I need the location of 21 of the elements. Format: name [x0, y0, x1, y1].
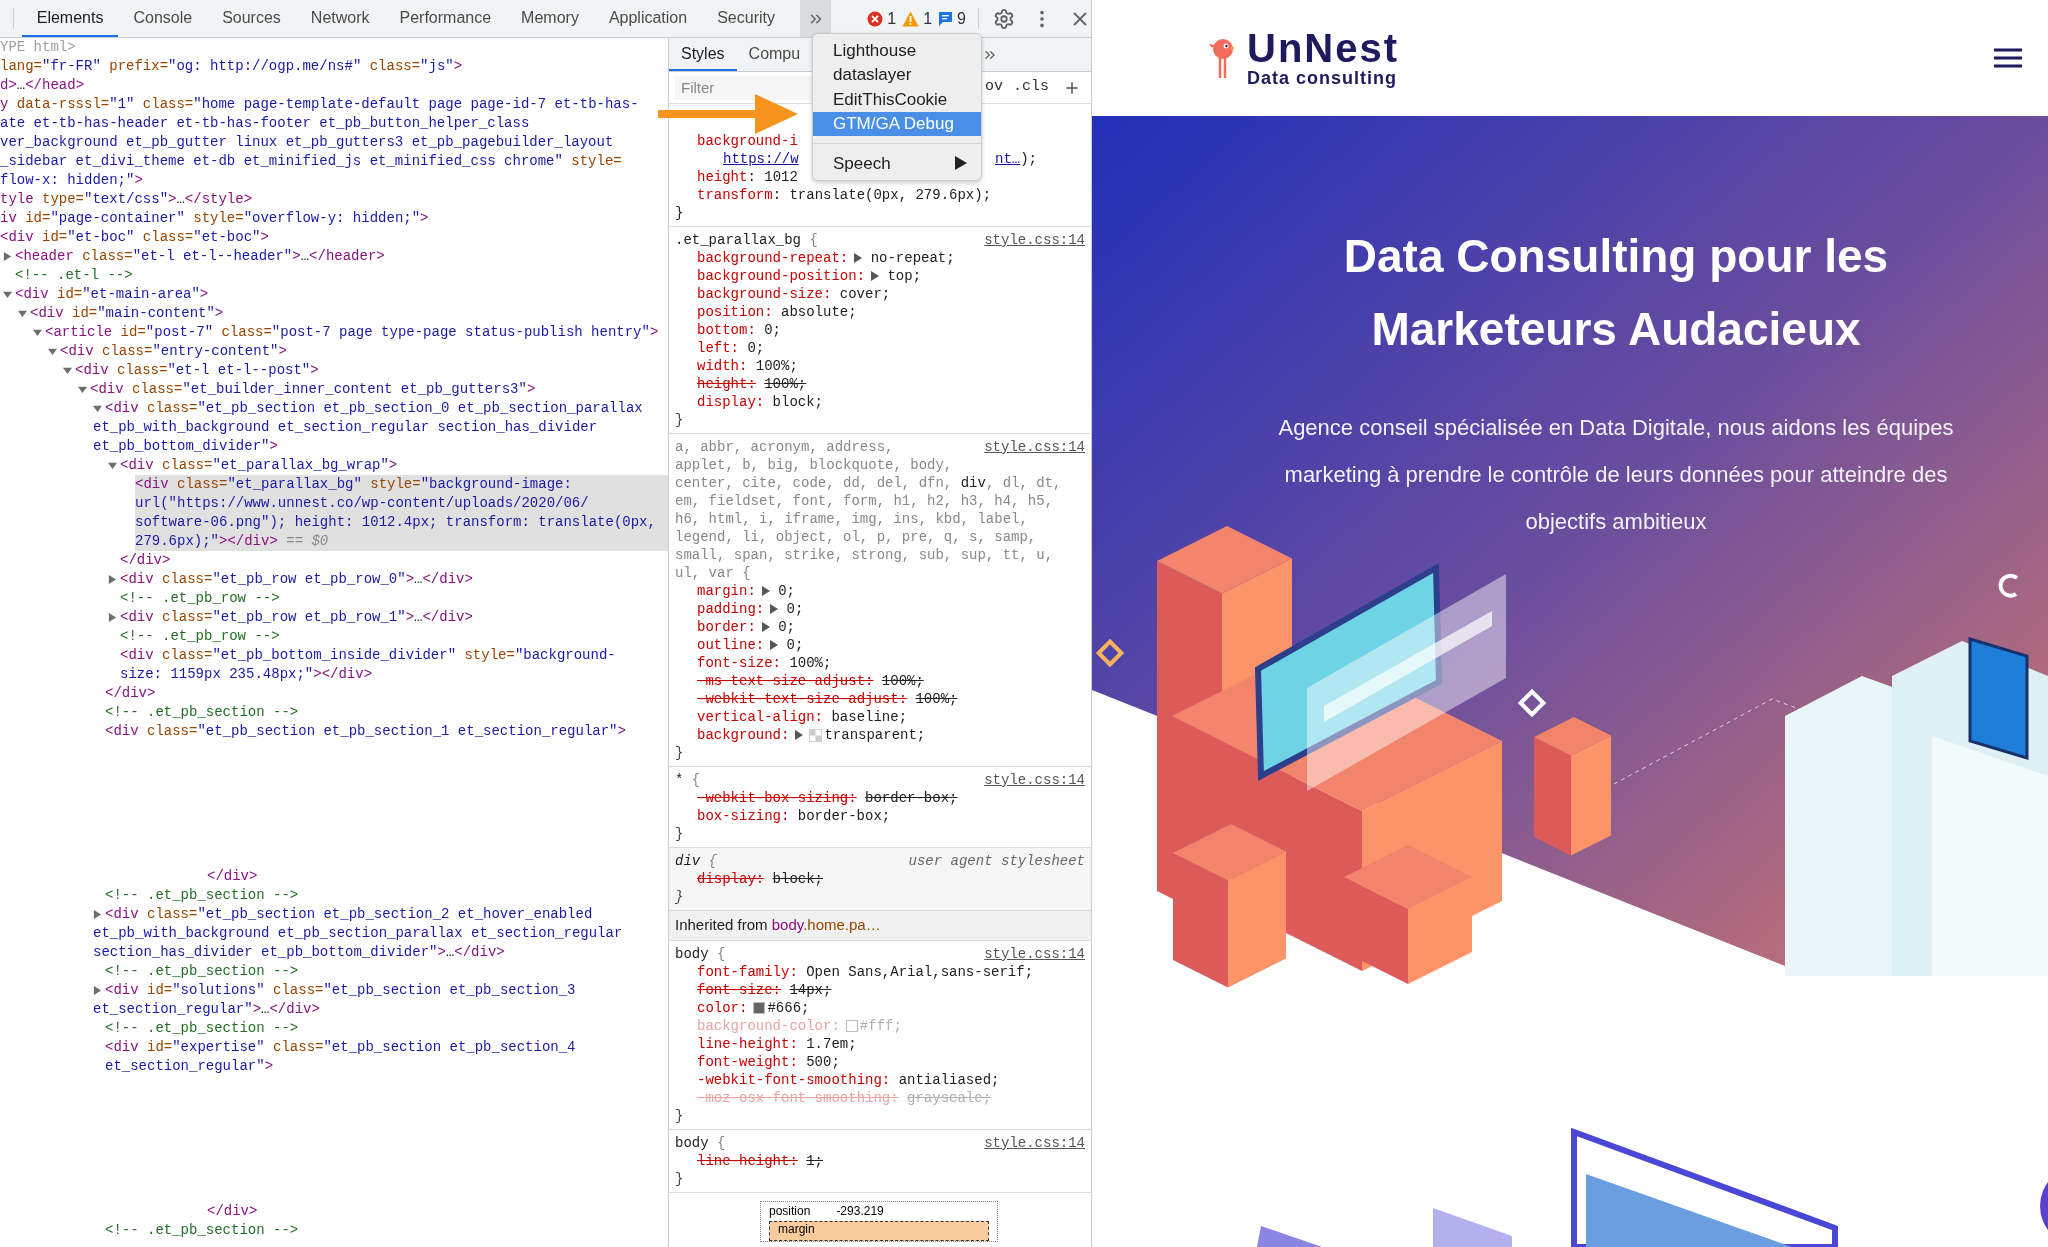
css-fragment: nt…);: [995, 150, 1038, 168]
inherited-from-label: Inherited from body.home.pa…: [675, 916, 881, 933]
css-fragment: height: 1012: [696, 169, 798, 185]
closing-brace: }: [675, 411, 685, 429]
hero-title: Data Consulting pour les Marketeurs Audacieux: [1342, 229, 1890, 357]
closing-brace: }: [675, 825, 685, 843]
css-fragment: transform: translate(0px, 279.6px);: [696, 187, 992, 203]
closing-brace: }: [675, 744, 685, 762]
logo-wordmark: UnNest: [1247, 28, 1400, 68]
box-model-label: margin: [778, 1222, 815, 1236]
stylesheet-origin: user agent stylesheet: [908, 852, 1085, 870]
closing-brace: }: [675, 1170, 685, 1188]
css-fragment: background-i: [696, 133, 798, 149]
closing-brace: }: [675, 1107, 685, 1125]
box-model-label: position: [769, 1204, 811, 1219]
hero-description: Agence conseil spécialisée en Data Digitale, nous aidons les équipes marketing à prendre le contrôle de leurs données pour atteindre des objectifs ambitieux: [1277, 414, 1955, 536]
css-fragment: }: [675, 205, 684, 221]
css-fragment: https://w: [722, 151, 799, 167]
closing-brace: }: [675, 888, 685, 906]
logo-tagline: Data consulting: [1247, 68, 1398, 88]
box-model-value: -293.219: [836, 1204, 884, 1219]
